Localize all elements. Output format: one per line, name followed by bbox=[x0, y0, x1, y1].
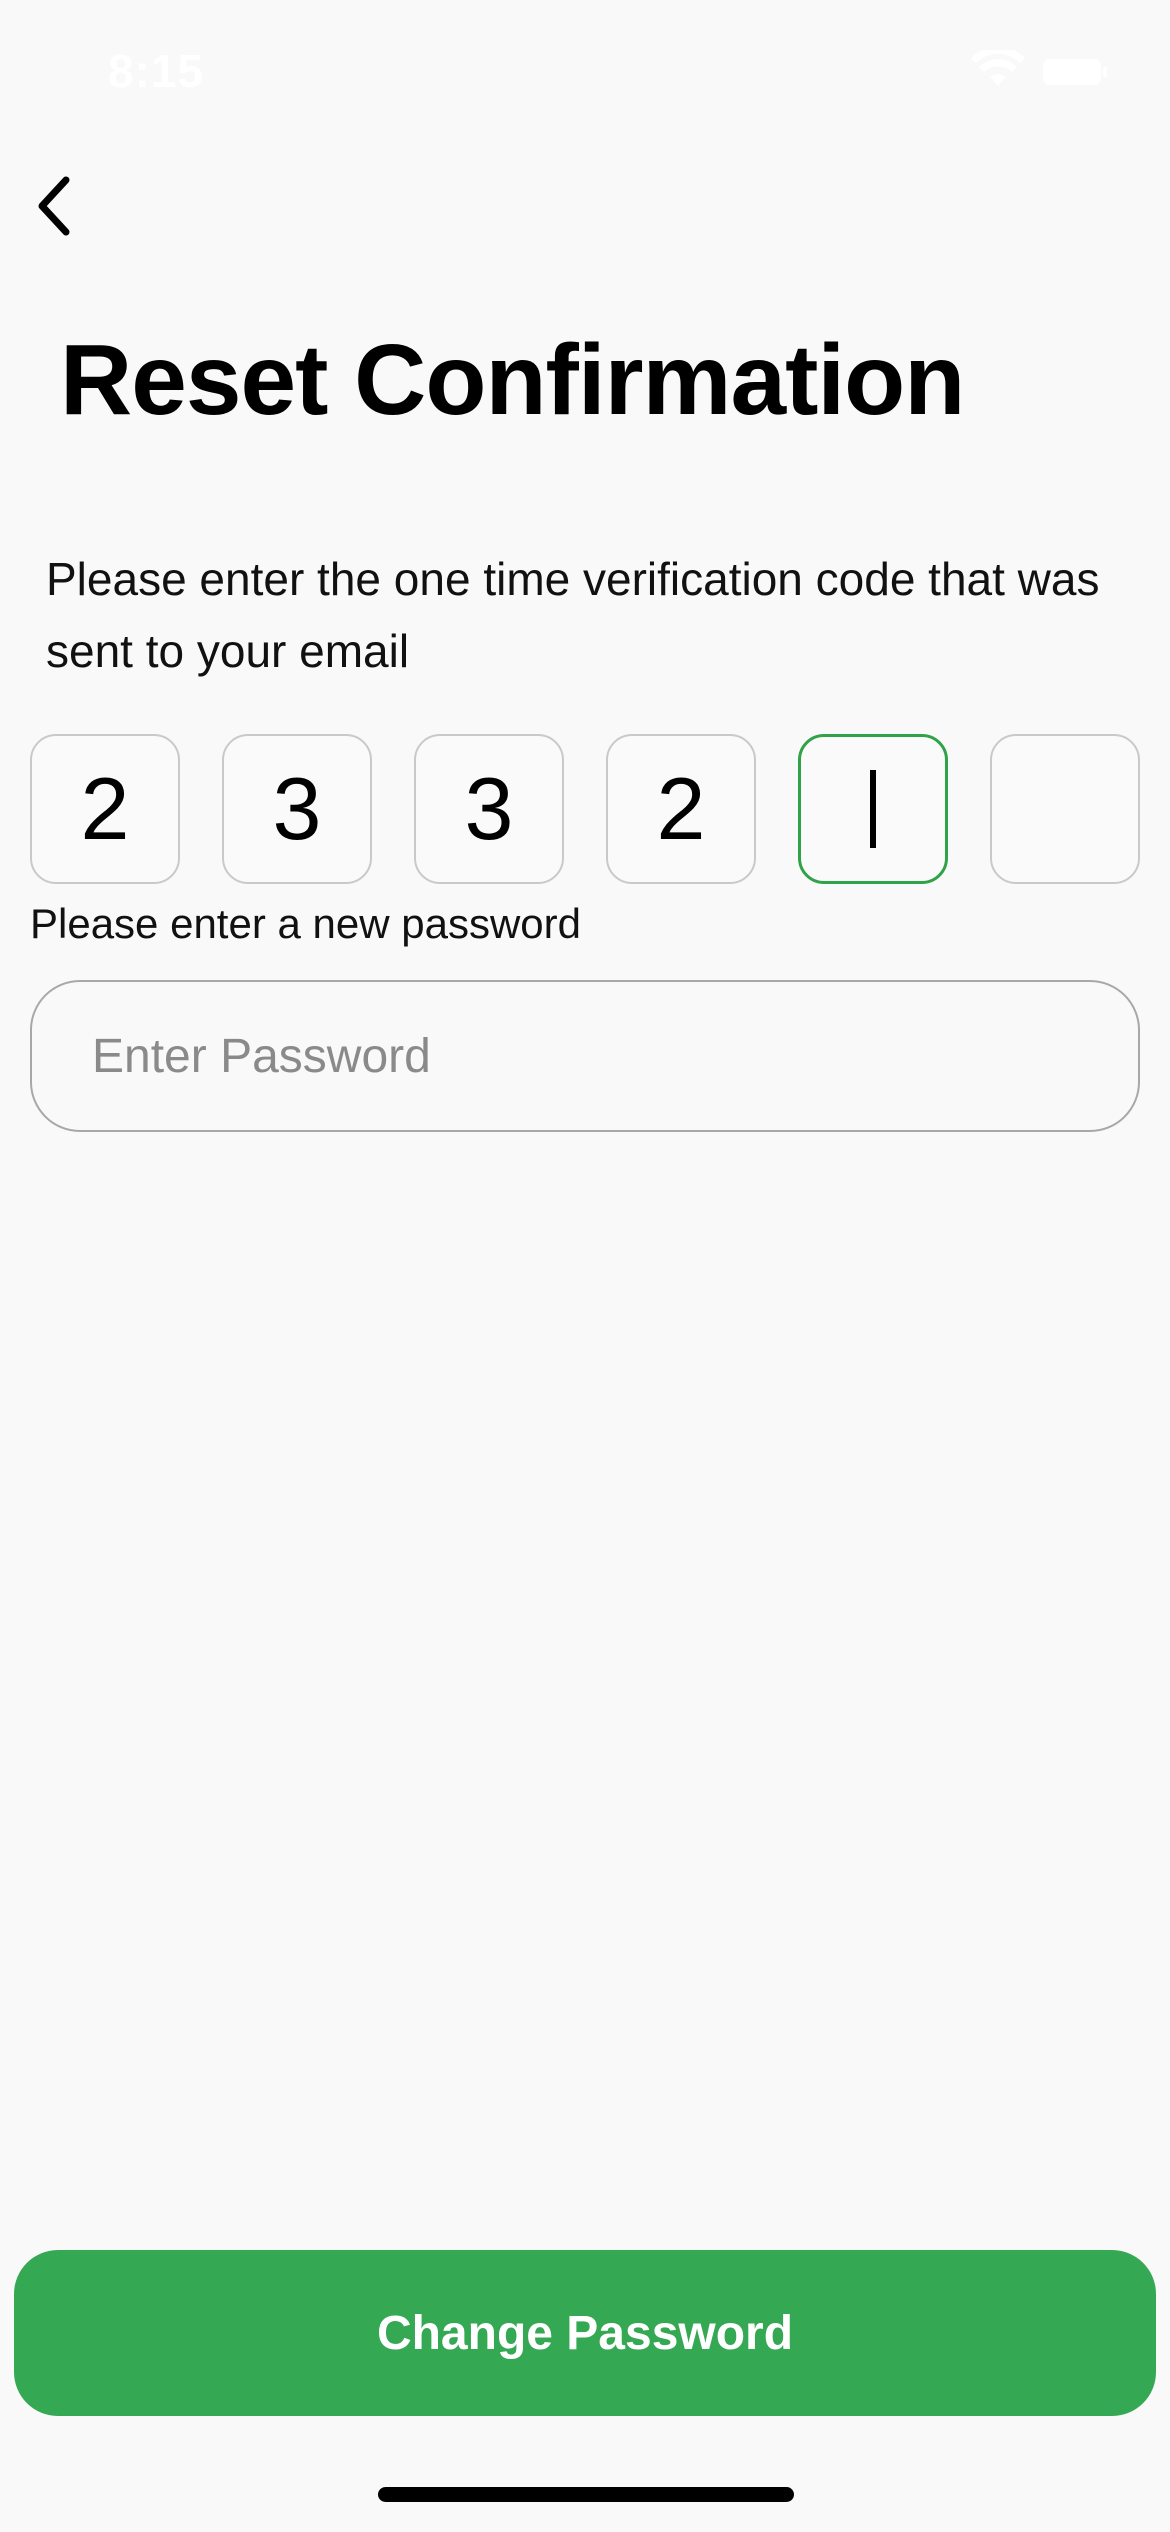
otp-digit-2[interactable]: 3 bbox=[222, 734, 372, 884]
wifi-icon bbox=[971, 50, 1025, 86]
chevron-left-icon bbox=[38, 176, 70, 236]
otp-code-input: 2 3 3 2 bbox=[30, 734, 1140, 884]
password-input[interactable] bbox=[30, 980, 1140, 1132]
password-label: Please enter a new password bbox=[30, 900, 581, 947]
change-password-button[interactable]: Change Password bbox=[14, 2250, 1156, 2416]
back-button[interactable] bbox=[16, 168, 92, 244]
page-title: Reset Confirmation bbox=[60, 324, 965, 436]
battery-icon bbox=[1043, 59, 1107, 85]
instructions-text: Please enter the one time verification c… bbox=[46, 553, 1100, 677]
otp-digit-5[interactable] bbox=[798, 734, 948, 884]
otp-digit-3[interactable]: 3 bbox=[414, 734, 564, 884]
status-time: 8:15 bbox=[108, 45, 205, 97]
reset-confirmation-screen: 8:15 Reset Confirmation Please enter the… bbox=[0, 0, 1170, 2532]
otp-digit-1[interactable]: 2 bbox=[30, 734, 180, 884]
otp-digit-4[interactable]: 2 bbox=[606, 734, 756, 884]
otp-digit-6[interactable] bbox=[990, 734, 1140, 884]
status-bar: 8:15 bbox=[0, 0, 1170, 140]
home-indicator[interactable] bbox=[378, 2487, 794, 2502]
text-cursor bbox=[870, 770, 876, 848]
